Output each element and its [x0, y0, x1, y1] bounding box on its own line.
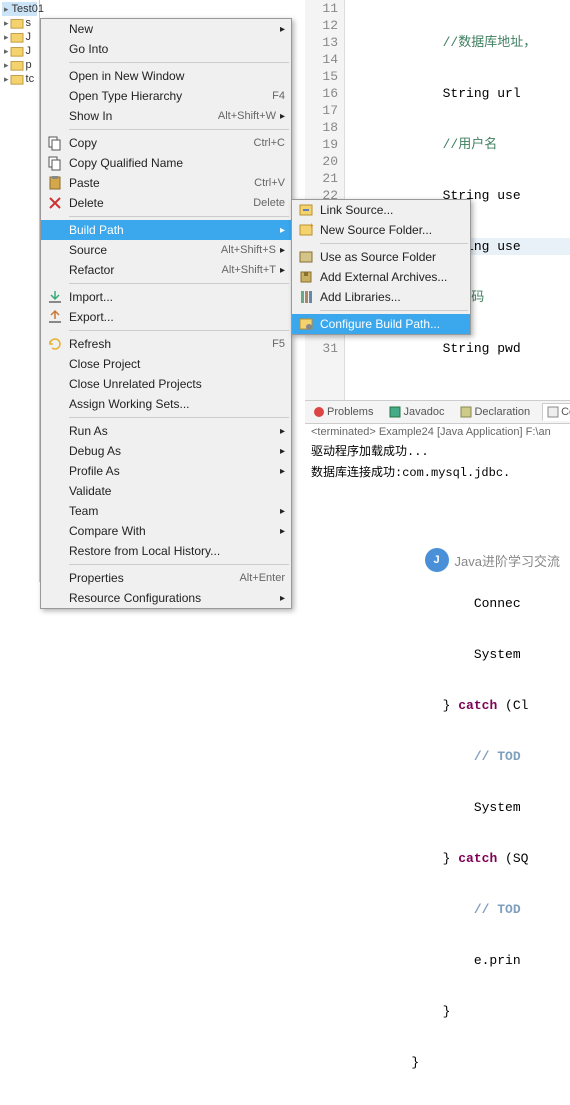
console-status: <terminated> Example24 [Java Application…: [305, 424, 570, 440]
separator: [320, 243, 468, 244]
paste-icon: [47, 175, 63, 191]
tab-console[interactable]: Conso: [542, 403, 570, 421]
menu-debug-as[interactable]: Debug As▸: [41, 441, 291, 461]
configure-icon: [298, 316, 314, 332]
project-tree[interactable]: ▸Test01 ▸s ▸J ▸J ▸p ▸tc: [0, 0, 40, 582]
menu-copy[interactable]: CopyCtrl+C: [41, 133, 291, 153]
menu-profile-as[interactable]: Profile As▸: [41, 461, 291, 481]
menu-go-into[interactable]: Go Into: [41, 39, 291, 59]
separator: [69, 283, 289, 284]
separator: [69, 417, 289, 418]
submenu-add-libraries[interactable]: Add Libraries...: [292, 287, 470, 307]
tree-item[interactable]: ▸tc: [2, 72, 37, 86]
menu-source[interactable]: SourceAlt+Shift+S▸: [41, 240, 291, 260]
library-icon: [298, 289, 314, 305]
menu-assign-working-sets[interactable]: Assign Working Sets...: [41, 394, 291, 414]
problems-icon: [313, 406, 325, 418]
copy-icon: [47, 135, 63, 151]
menu-compare-with[interactable]: Compare With▸: [41, 521, 291, 541]
menu-close-unrelated[interactable]: Close Unrelated Projects: [41, 374, 291, 394]
tree-label: Test01: [12, 3, 44, 15]
new-folder-icon: +: [298, 222, 314, 238]
refresh-icon: [47, 336, 63, 352]
watermark-text: Java进阶学习交流: [455, 551, 560, 570]
menu-close-project[interactable]: Close Project: [41, 354, 291, 374]
tab-declaration[interactable]: Declaration: [456, 404, 534, 420]
link-source-icon: [298, 202, 314, 218]
tab-javadoc[interactable]: Javadoc: [385, 404, 448, 420]
menu-open-new-window[interactable]: Open in New Window: [41, 66, 291, 86]
menu-build-path[interactable]: Build Path▸: [41, 220, 291, 240]
export-icon: [47, 309, 63, 325]
menu-show-in[interactable]: Show InAlt+Shift+W▸: [41, 106, 291, 126]
separator: [69, 216, 289, 217]
separator: [69, 62, 289, 63]
menu-resource-config[interactable]: Resource Configurations▸: [41, 588, 291, 608]
submenu-new-source-folder[interactable]: +New Source Folder...: [292, 220, 470, 240]
separator: [320, 310, 468, 311]
submenu-add-external[interactable]: Add External Archives...: [292, 267, 470, 287]
console-output-line: 数据库连接成功:com.mysql.jdbc.: [305, 461, 570, 482]
menu-refactor[interactable]: RefactorAlt+Shift+T▸: [41, 260, 291, 280]
svg-text:+: +: [309, 222, 314, 230]
menu-refresh[interactable]: RefreshF5: [41, 334, 291, 354]
menu-new[interactable]: New▸: [41, 19, 291, 39]
watermark-icon: J: [425, 548, 449, 572]
watermark: J Java进阶学习交流: [425, 548, 560, 572]
delete-icon: [47, 195, 63, 211]
tab-problems[interactable]: Problems: [309, 404, 377, 420]
submenu-use-as-source[interactable]: Use as Source Folder: [292, 247, 470, 267]
tree-item[interactable]: ▸J: [2, 44, 37, 58]
source-folder-icon: [298, 249, 314, 265]
separator: [69, 330, 289, 331]
context-menu: New▸ Go Into Open in New Window Open Typ…: [40, 18, 292, 609]
menu-paste[interactable]: PasteCtrl+V: [41, 173, 291, 193]
archive-icon: [298, 269, 314, 285]
menu-team[interactable]: Team▸: [41, 501, 291, 521]
copy-icon: [47, 155, 63, 171]
menu-properties[interactable]: PropertiesAlt+Enter: [41, 568, 291, 588]
menu-copy-qualified[interactable]: Copy Qualified Name: [41, 153, 291, 173]
menu-delete[interactable]: DeleteDelete: [41, 193, 291, 213]
separator: [69, 564, 289, 565]
submenu-link-source[interactable]: Link Source...: [292, 200, 470, 220]
menu-validate[interactable]: Validate: [41, 481, 291, 501]
submenu-configure-build-path[interactable]: Configure Build Path...: [292, 314, 470, 334]
console-tabs: Problems Javadoc Declaration Conso: [305, 401, 570, 424]
tree-item[interactable]: ▸p: [2, 58, 37, 72]
menu-run-as[interactable]: Run As▸: [41, 421, 291, 441]
menu-import[interactable]: Import...: [41, 287, 291, 307]
tree-item[interactable]: ▸s: [2, 16, 37, 30]
javadoc-icon: [389, 406, 401, 418]
tree-item-selected[interactable]: ▸Test01: [2, 2, 37, 16]
console-output-line: 驱动程序加载成功...: [305, 440, 570, 461]
tree-item[interactable]: ▸J: [2, 30, 37, 44]
menu-restore-history[interactable]: Restore from Local History...: [41, 541, 291, 561]
menu-open-type-hierarchy[interactable]: Open Type HierarchyF4: [41, 86, 291, 106]
separator: [69, 129, 289, 130]
import-icon: [47, 289, 63, 305]
declaration-icon: [460, 406, 472, 418]
build-path-submenu: Link Source... +New Source Folder... Use…: [291, 199, 471, 335]
menu-export[interactable]: Export...: [41, 307, 291, 327]
console-icon: [547, 406, 559, 418]
